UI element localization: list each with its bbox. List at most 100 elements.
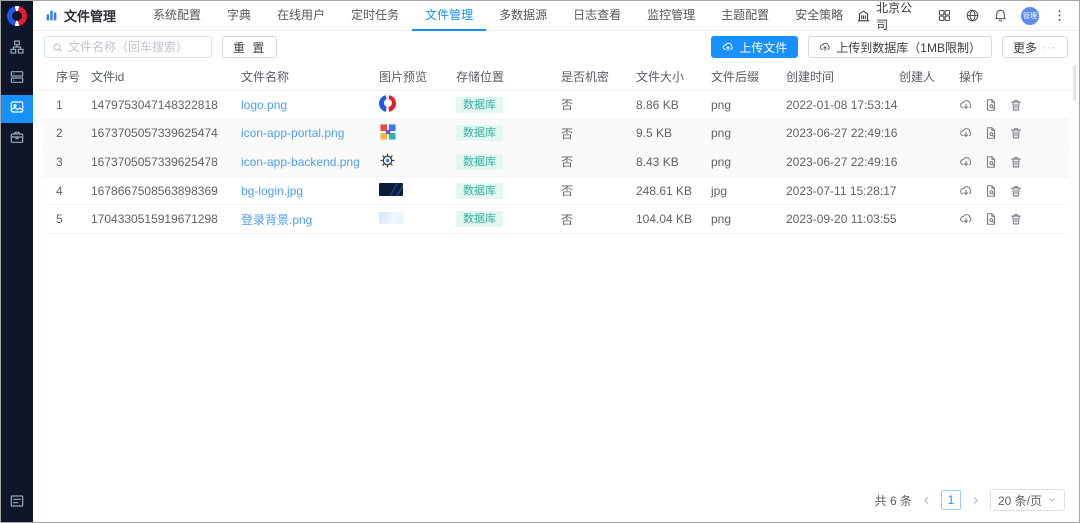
download-icon[interactable] [959,98,973,112]
sidebar-item-org[interactable] [1,35,33,63]
pagination: 共 6 条 1 20 条/页 [875,489,1065,511]
preview-file-icon[interactable] [984,155,998,169]
delete-icon[interactable] [1009,98,1023,112]
page-number-1[interactable]: 1 [941,490,961,510]
reset-button[interactable]: 重 置 [222,36,277,58]
appstore-grid-icon[interactable] [937,8,952,23]
cell-actions [959,98,1069,112]
file-image-icon [9,99,25,120]
cloud-upload-icon [819,41,831,53]
cell-size: 8.43 KB [636,155,711,169]
file-name-link[interactable]: icon-app-backend.png [241,155,360,169]
cell-secret: 否 [561,125,636,142]
tab-menu-6[interactable]: 日志查看 [560,1,634,31]
preview-file-icon[interactable] [984,98,998,112]
storage-location-tag: 数据库 [456,211,503,227]
file-name-link[interactable]: icon-app-portal.png [241,126,344,140]
cell-created: 2023-07-11 15:28:17 [786,184,899,198]
sidebar-item-file-manager[interactable] [1,95,33,123]
chevron-down-icon [1047,495,1057,505]
preview-file-icon[interactable] [984,212,998,226]
download-icon[interactable] [959,212,973,226]
cell-actions [959,212,1069,226]
cell-ext: png [711,212,786,226]
delete-icon[interactable] [1009,184,1023,198]
globe-icon[interactable] [965,8,980,23]
tab-menu-9[interactable]: 安全策略 [782,1,856,31]
light-image-thumb[interactable] [379,212,403,224]
cell-secret: 否 [561,153,636,170]
storage-location-tag: 数据库 [456,125,503,141]
delete-icon[interactable] [1009,212,1023,226]
preview-file-icon[interactable] [984,184,998,198]
page-size-select[interactable]: 20 条/页 [990,489,1065,511]
upload-to-db-button[interactable]: 上传到数据库（1MB限制） [808,36,992,58]
cell-size: 104.04 KB [636,212,711,226]
search-box [44,36,212,58]
gear-preview[interactable] [379,152,396,169]
tab-menu-2[interactable]: 在线用户 [264,1,338,31]
org-tree-icon [9,39,25,60]
sidebar-item-modules[interactable] [1,65,33,93]
cell-created: 2023-06-27 22:49:16 [786,155,899,169]
dark-image-thumb[interactable] [379,183,403,196]
cell-actions [959,155,1069,169]
files-table: 序号文件id文件名称图片预览存储位置是否机密文件大小文件后缀创建时间创建人操作 … [43,63,1069,234]
user-avatar[interactable]: 管理 [1021,7,1039,25]
more-dots-icon[interactable] [1052,8,1067,23]
column-header: 文件大小 [636,68,711,85]
cell-size: 248.61 KB [636,184,711,198]
table-row: 51704330515919671298登录背景.png数据库否104.04 K… [43,205,1069,234]
prev-page-button[interactable] [921,495,932,506]
cell-size: 8.86 KB [636,98,711,112]
column-header: 序号 [43,68,91,85]
cell-index: 1 [43,98,91,112]
app-window: 文件管理 系统配置字典在线用户定时任务文件管理多数据源日志查看监控管理主题配置安… [0,0,1080,523]
chevron-left-icon [921,495,932,506]
logo-preview[interactable] [379,95,396,112]
cell-index: 2 [43,126,91,140]
bell-icon[interactable] [993,8,1008,23]
next-page-button[interactable] [970,495,981,506]
delete-icon[interactable] [1009,126,1023,140]
column-header: 文件id [91,68,241,85]
app-logo-icon[interactable] [7,6,27,26]
cell-preview [379,152,456,172]
tab-menu-8[interactable]: 主题配置 [708,1,782,31]
cell-secret: 否 [561,182,636,199]
tab-menu-1[interactable]: 字典 [214,1,264,31]
scrollbar[interactable] [1073,65,1076,101]
cell-ext: png [711,155,786,169]
preview-file-icon[interactable] [984,126,998,140]
tab-menu-5[interactable]: 多数据源 [486,1,560,31]
upload-file-button[interactable]: 上传文件 [711,36,798,58]
download-icon[interactable] [959,184,973,198]
cell-created: 2022-01-08 17:53:14 [786,98,899,112]
cell-secret: 否 [561,211,636,228]
page-title-text: 文件管理 [64,6,116,25]
company-switcher[interactable]: 北京公司 [856,0,924,33]
sidebar-collapse-button[interactable] [1,491,33,515]
file-name-link[interactable]: bg-login.jpg [241,184,303,198]
more-button[interactable]: 更多 ··· [1002,36,1068,58]
tab-menu-3[interactable]: 定时任务 [338,1,412,31]
column-header: 图片预览 [379,68,456,85]
tab-menu-7[interactable]: 监控管理 [634,1,708,31]
download-icon[interactable] [959,126,973,140]
cell-preview [379,183,456,199]
file-name-link[interactable]: logo.png [241,98,287,112]
cloud-upload-icon [722,41,734,53]
sidebar-item-project[interactable] [1,125,33,153]
cell-secret: 否 [561,96,636,113]
download-icon[interactable] [959,155,973,169]
search-input[interactable] [68,40,204,54]
cell-created: 2023-06-27 22:49:16 [786,126,899,140]
tab-menu-4[interactable]: 文件管理 [412,1,486,31]
delete-icon[interactable] [1009,155,1023,169]
tab-menu-0[interactable]: 系统配置 [140,1,214,31]
cell-index: 4 [43,184,91,198]
column-header: 文件名称 [241,68,379,85]
mosaic-thumb[interactable] [379,123,397,141]
cell-file-id: 1673705057339625478 [91,155,241,169]
file-name-link[interactable]: 登录背景.png [241,213,312,227]
